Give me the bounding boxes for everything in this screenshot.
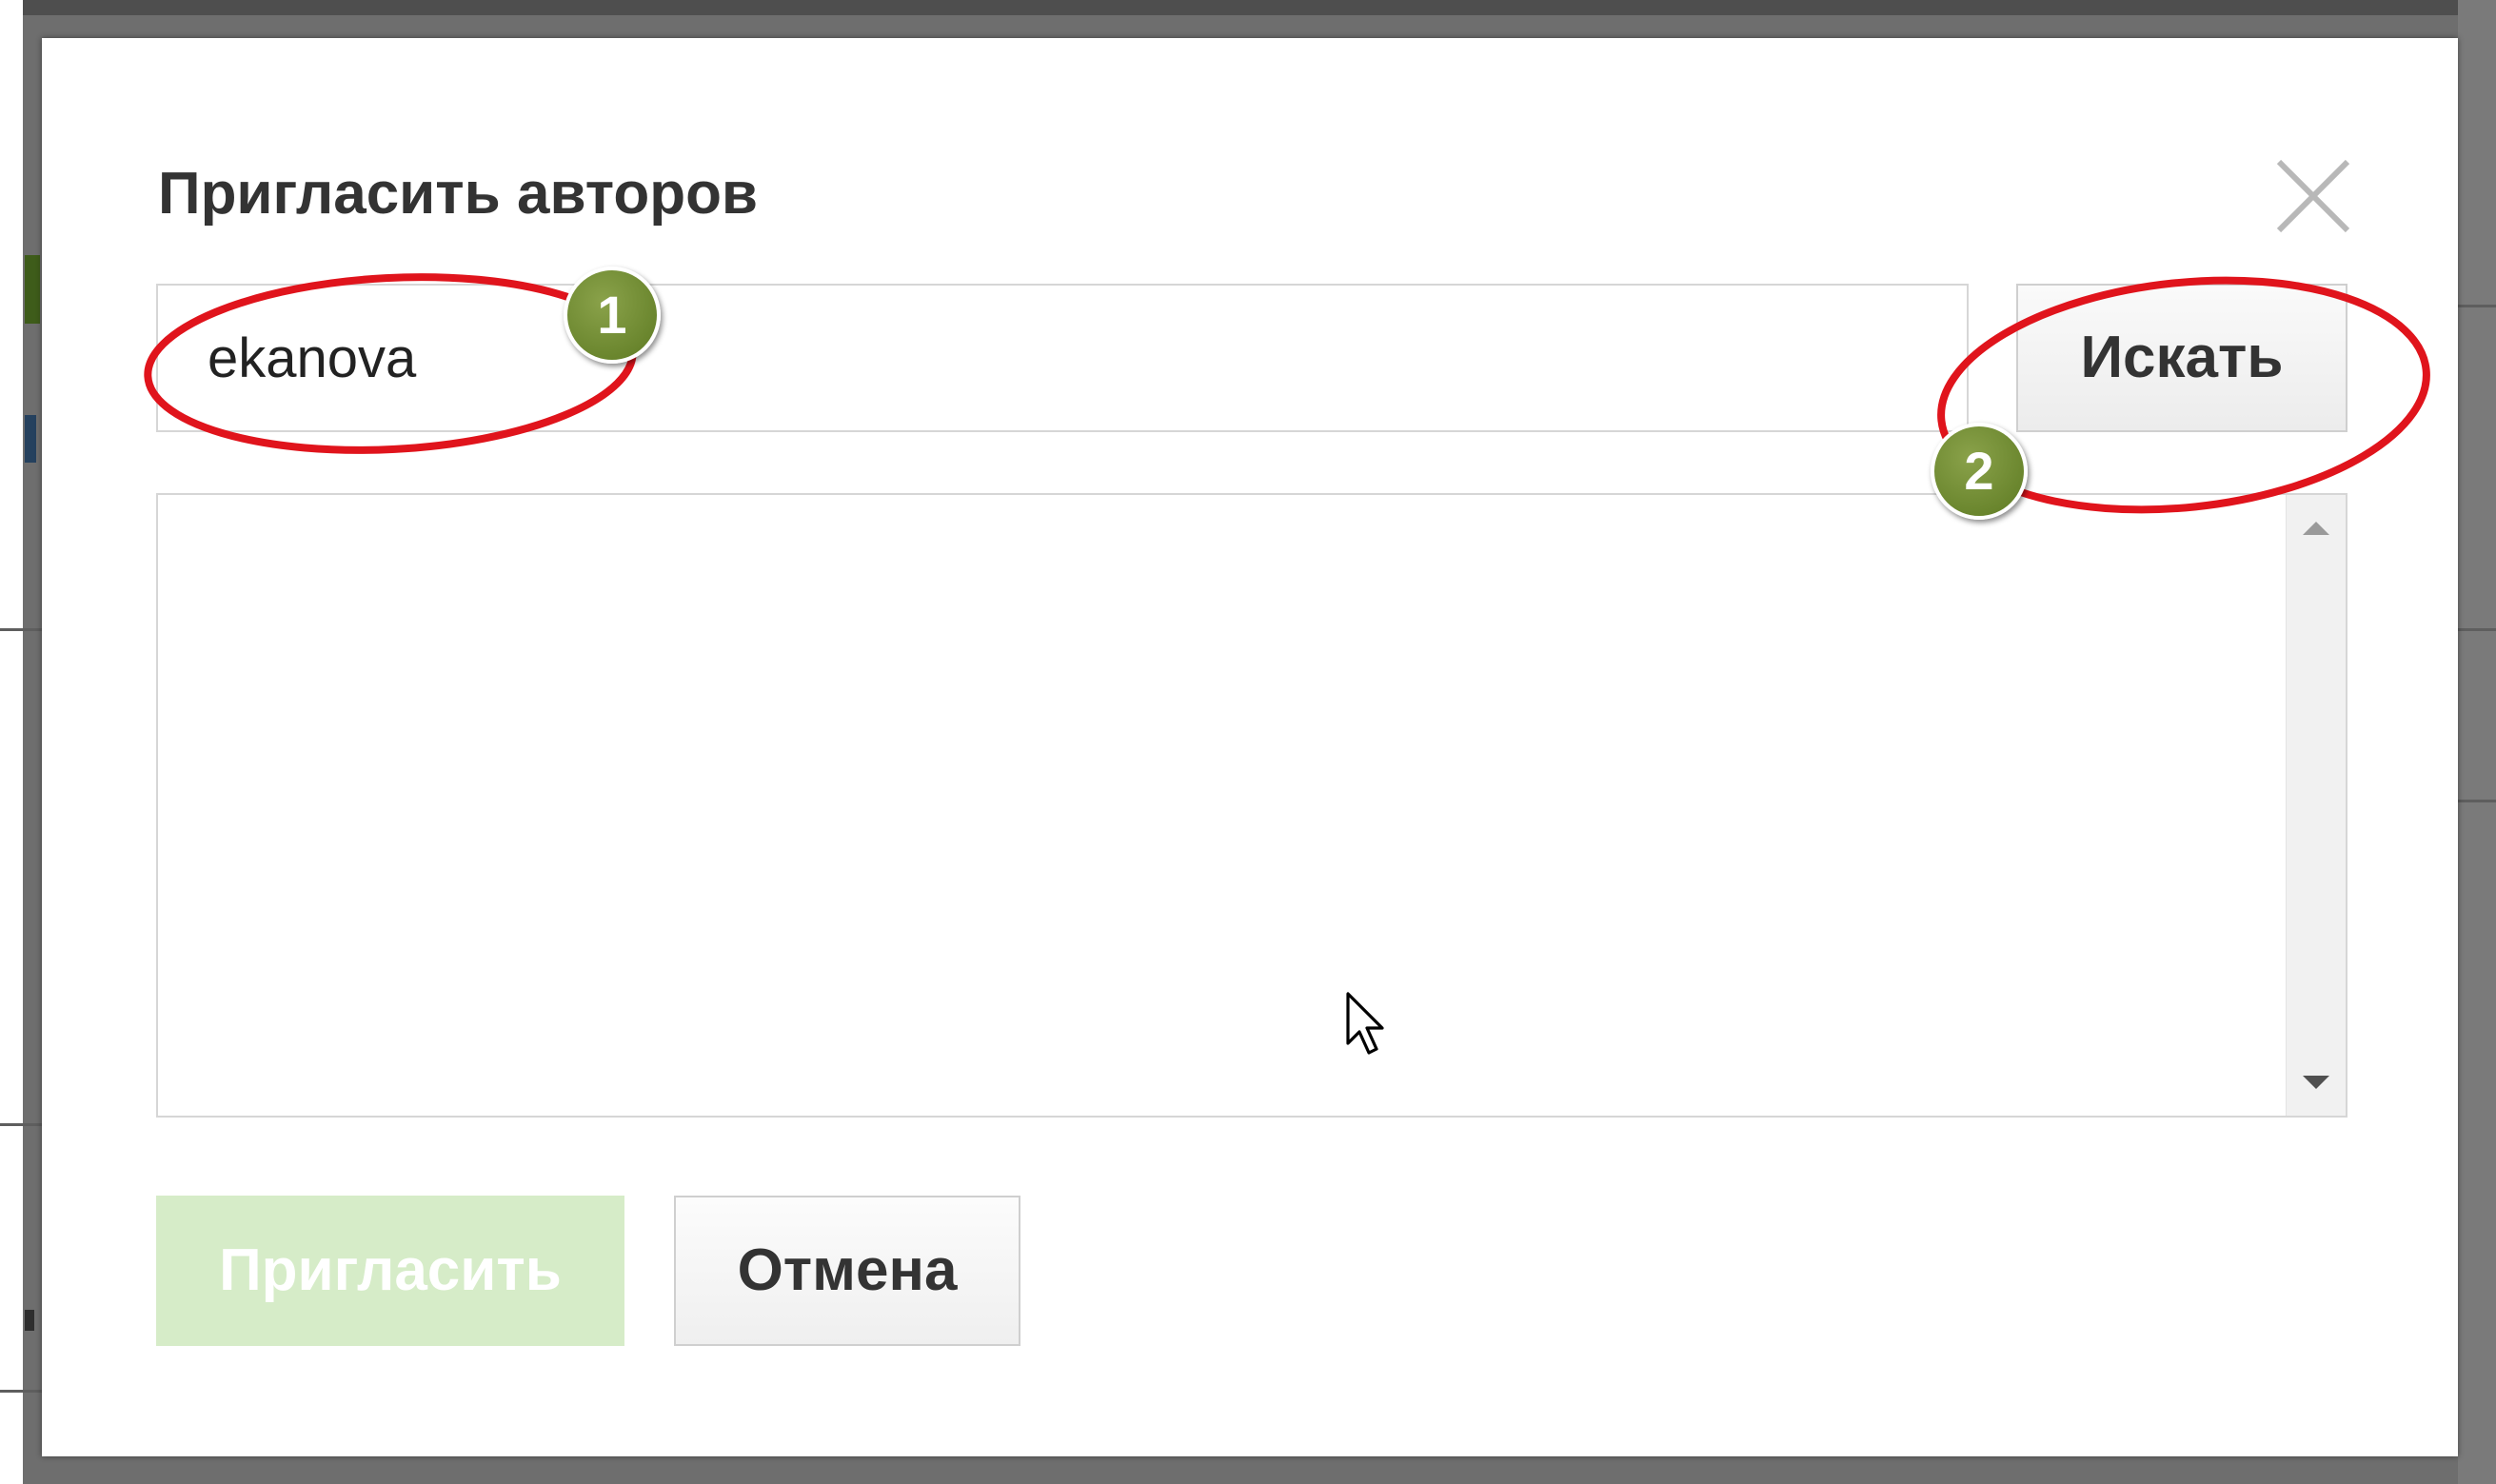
mouse-pointer-icon	[1346, 992, 1384, 1055]
backdrop-top-band	[0, 0, 2496, 15]
close-icon	[2276, 159, 2350, 233]
backdrop-divider	[2458, 628, 2496, 631]
backdrop-divider	[0, 1390, 42, 1393]
backdrop-left-edge	[0, 0, 23, 1484]
backdrop-divider	[2458, 305, 2496, 307]
cancel-button[interactable]: Отмена	[674, 1196, 1020, 1346]
backdrop-divider	[0, 1123, 42, 1126]
backdrop-fragment	[25, 255, 40, 324]
scroll-down-arrow-icon[interactable]	[2303, 1076, 2329, 1089]
close-button[interactable]	[2269, 152, 2357, 240]
annotation-step-2-badge: 2	[1931, 423, 2028, 520]
invite-button[interactable]: Пригласить	[156, 1196, 624, 1346]
backdrop-fragment	[25, 415, 36, 463]
invite-authors-dialog: Пригласить авторов Искать Пригласить Отм…	[42, 38, 2458, 1456]
backdrop-fragment	[25, 1310, 34, 1331]
dialog-title: Пригласить авторов	[158, 161, 759, 227]
annotation-step-1-badge: 1	[564, 267, 661, 364]
backdrop-divider	[2458, 800, 2496, 802]
search-results-list[interactable]	[156, 493, 2347, 1118]
backdrop-right-strip	[2458, 0, 2496, 1484]
backdrop-divider	[0, 628, 42, 631]
results-scrollbar[interactable]	[2286, 495, 2346, 1116]
